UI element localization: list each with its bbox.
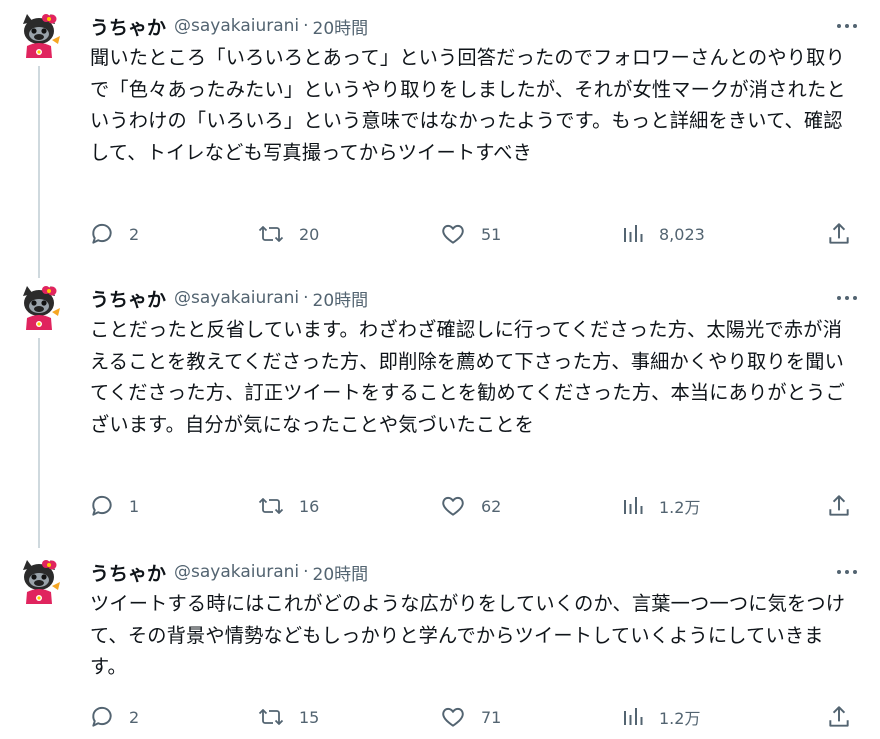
user-handle[interactable]: @sayakaiurani <box>174 562 299 582</box>
retweet-arrows-icon <box>258 709 284 725</box>
timestamp[interactable]: 20時間 <box>313 14 369 39</box>
speech-bubble-icon <box>92 223 112 244</box>
user-handle[interactable]: @sayakaiurani <box>174 288 299 308</box>
separator-dot: · <box>303 288 309 308</box>
tweet[interactable]: うちゃか @sayakaiurani · 20時間 ツイートする時にはこれがどの… <box>0 546 880 739</box>
share-button[interactable] <box>826 486 852 526</box>
retweet-arrows-icon <box>258 226 284 242</box>
share-button[interactable] <box>826 214 852 254</box>
reply-button[interactable]: 2 <box>89 697 139 737</box>
tweet[interactable]: うちゃか @sayakaiurani · 20時間 聞いたところ「いろいろとあっ… <box>0 0 880 270</box>
reply-count: 2 <box>129 224 140 244</box>
tweet-header: うちゃか @sayakaiurani · 20時間 <box>90 559 368 585</box>
view-count: 1.2万 <box>659 498 701 517</box>
tweet-text: ツイートする時にはこれがどのような広がりをしていくのか、言葉一つ一つに気をつけて… <box>90 592 846 678</box>
more-options-button[interactable] <box>830 558 864 586</box>
user-handle[interactable]: @sayakaiurani <box>174 16 299 36</box>
like-count: 62 <box>481 496 502 516</box>
heart-icon <box>442 224 464 244</box>
separator-dot: · <box>303 562 309 582</box>
tweet-text: 聞いたところ「いろいろとあって」という回答だったのでフォロワーさんとのやり取りで… <box>90 46 846 164</box>
retweet-count: 15 <box>299 707 320 727</box>
retweet-count: 16 <box>299 496 320 516</box>
tweet-text: ことだったと反省しています。わざわざ確認しに行ってくださった方、太陽光で赤が消え… <box>90 318 845 436</box>
speech-bubble-icon <box>92 495 112 516</box>
ellipsis-icon <box>837 570 857 574</box>
like-count: 71 <box>481 707 502 727</box>
upload-arrow-icon <box>829 223 849 244</box>
tweet-actions: 1 16 62 1.2万 <box>0 486 880 526</box>
like-count: 51 <box>481 224 502 244</box>
avatar[interactable] <box>14 10 64 60</box>
share-button[interactable] <box>826 697 852 737</box>
view-count: 1.2万 <box>659 709 701 728</box>
view-count: 8,023 <box>659 224 705 244</box>
heart-icon <box>442 707 464 727</box>
bar-chart-icon <box>624 225 643 242</box>
views-button[interactable]: 1.2万 <box>621 697 700 737</box>
like-button[interactable]: 62 <box>439 486 501 526</box>
reply-count: 1 <box>129 496 140 516</box>
retweet-arrows-icon <box>258 498 284 514</box>
upload-arrow-icon <box>829 706 849 727</box>
tweet-actions: 2 15 71 1.2万 <box>0 697 880 737</box>
retweet-count: 20 <box>299 224 320 244</box>
retweet-button[interactable]: 15 <box>257 697 319 737</box>
display-name[interactable]: うちゃか <box>90 559 166 586</box>
timestamp[interactable]: 20時間 <box>313 560 369 585</box>
display-name[interactable]: うちゃか <box>90 13 166 40</box>
like-button[interactable]: 51 <box>439 214 501 254</box>
timestamp[interactable]: 20時間 <box>313 286 369 311</box>
bar-chart-icon <box>624 708 643 725</box>
reply-button[interactable]: 2 <box>89 214 139 254</box>
tweet-header: うちゃか @sayakaiurani · 20時間 <box>90 13 368 39</box>
more-options-button[interactable] <box>830 12 864 40</box>
retweet-button[interactable]: 16 <box>257 486 319 526</box>
heart-icon <box>442 496 464 516</box>
tweet-header: うちゃか @sayakaiurani · 20時間 <box>90 285 368 311</box>
reply-button[interactable]: 1 <box>89 486 139 526</box>
tweet[interactable]: うちゃか @sayakaiurani · 20時間 ことだったと反省しています。… <box>0 272 880 544</box>
avatar[interactable] <box>14 556 64 606</box>
bar-chart-icon <box>624 497 643 514</box>
retweet-button[interactable]: 20 <box>257 214 319 254</box>
ellipsis-icon <box>837 296 857 300</box>
ellipsis-icon <box>837 24 857 28</box>
like-button[interactable]: 71 <box>439 697 501 737</box>
more-options-button[interactable] <box>830 284 864 312</box>
avatar[interactable] <box>14 282 64 332</box>
views-button[interactable]: 1.2万 <box>621 486 700 526</box>
tweet-actions: 2 20 51 8,023 <box>0 214 880 254</box>
speech-bubble-icon <box>92 706 112 727</box>
display-name[interactable]: うちゃか <box>90 285 166 312</box>
separator-dot: · <box>303 16 309 36</box>
reply-count: 2 <box>129 707 140 727</box>
views-button[interactable]: 8,023 <box>621 214 705 254</box>
upload-arrow-icon <box>829 495 849 516</box>
